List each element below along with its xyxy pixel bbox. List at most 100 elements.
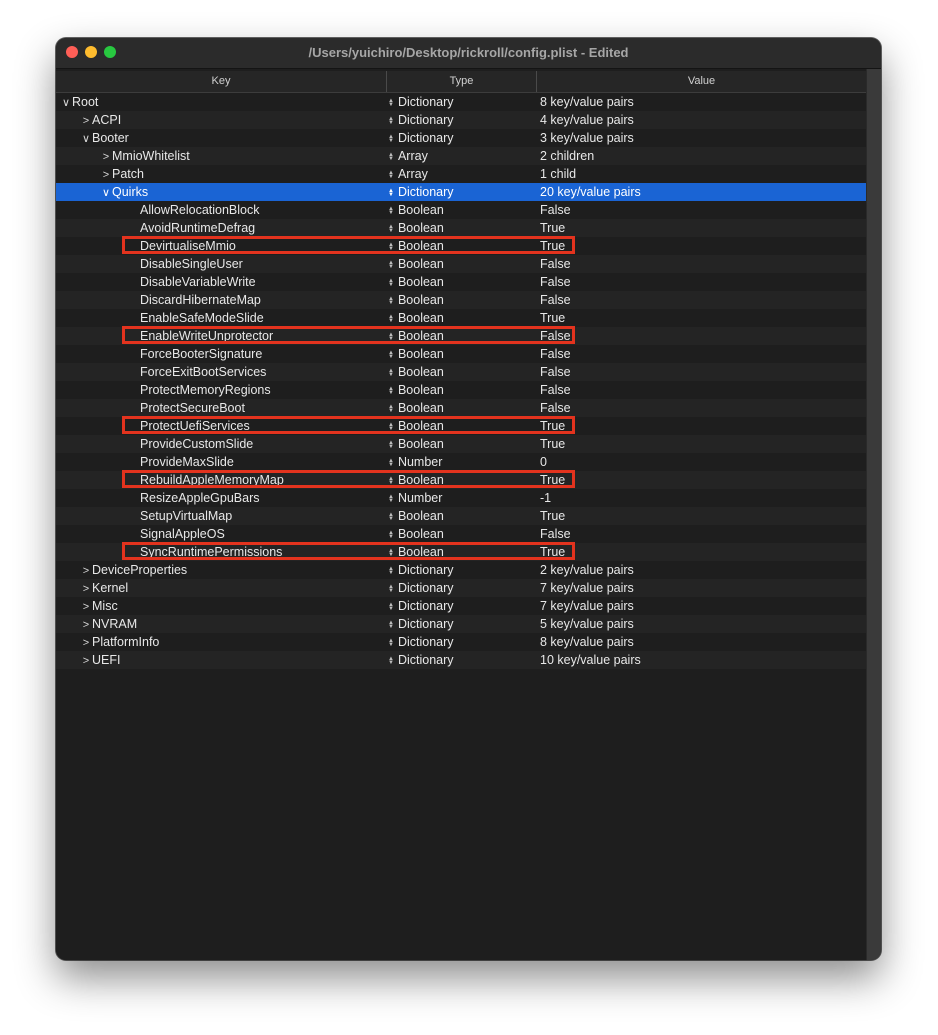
type-stepper-icon[interactable]: ▲ ▼ bbox=[388, 638, 394, 648]
value-cell[interactable]: True bbox=[540, 309, 860, 327]
key-cell[interactable]: DisableSingleUser bbox=[56, 255, 386, 273]
key-cell[interactable]: > PlatformInfo bbox=[56, 633, 386, 651]
chevron-right-icon[interactable]: > bbox=[80, 634, 92, 652]
key-cell[interactable]: AvoidRuntimeDefrag bbox=[56, 219, 386, 237]
type-stepper-icon[interactable]: ▲ ▼ bbox=[388, 548, 394, 558]
key-cell[interactable]: EnableSafeModeSlide bbox=[56, 309, 386, 327]
type-cell[interactable]: ▲ ▼ Array bbox=[388, 147, 534, 165]
key-cell[interactable]: EnableWriteUnprotector bbox=[56, 327, 386, 345]
type-stepper-icon[interactable]: ▲ ▼ bbox=[388, 332, 394, 342]
key-cell[interactable]: ResizeAppleGpuBars bbox=[56, 489, 386, 507]
plist-row[interactable]: ∨ Quirks ▲ ▼ Dictionary 20 key/value pairs bbox=[56, 183, 867, 201]
chevron-right-icon[interactable]: > bbox=[100, 148, 112, 166]
plist-row[interactable]: AllowRelocationBlock ▲ ▼ Boolean False bbox=[56, 201, 867, 219]
type-stepper-icon[interactable]: ▲ ▼ bbox=[388, 368, 394, 378]
key-cell[interactable]: DiscardHibernateMap bbox=[56, 291, 386, 309]
key-cell[interactable]: DevirtualiseMmio bbox=[56, 237, 386, 255]
value-cell[interactable]: False bbox=[540, 327, 860, 345]
type-stepper-icon[interactable]: ▲ ▼ bbox=[388, 440, 394, 450]
value-cell[interactable]: 3 key/value pairs bbox=[540, 129, 860, 147]
key-cell[interactable]: ProvideCustomSlide bbox=[56, 435, 386, 453]
type-cell[interactable]: ▲ ▼ Dictionary bbox=[388, 93, 534, 111]
type-cell[interactable]: ▲ ▼ Boolean bbox=[388, 237, 534, 255]
plist-row[interactable]: ProtectMemoryRegions ▲ ▼ Boolean False bbox=[56, 381, 867, 399]
type-stepper-icon[interactable]: ▲ ▼ bbox=[388, 350, 394, 360]
value-cell[interactable]: False bbox=[540, 345, 860, 363]
key-cell[interactable]: > DeviceProperties bbox=[56, 561, 386, 579]
chevron-down-icon[interactable]: ∨ bbox=[60, 94, 72, 112]
key-cell[interactable]: ProtectUefiServices bbox=[56, 417, 386, 435]
type-cell[interactable]: ▲ ▼ Boolean bbox=[388, 435, 534, 453]
type-stepper-icon[interactable]: ▲ ▼ bbox=[388, 494, 394, 504]
plist-row[interactable]: > UEFI ▲ ▼ Dictionary 10 key/value pairs bbox=[56, 651, 867, 669]
type-cell[interactable]: ▲ ▼ Boolean bbox=[388, 417, 534, 435]
value-cell[interactable]: True bbox=[540, 237, 860, 255]
plist-row[interactable]: DiscardHibernateMap ▲ ▼ Boolean False bbox=[56, 291, 867, 309]
key-cell[interactable]: SetupVirtualMap bbox=[56, 507, 386, 525]
key-cell[interactable]: DisableVariableWrite bbox=[56, 273, 386, 291]
key-cell[interactable]: ∨ Booter bbox=[56, 129, 386, 147]
plist-row[interactable]: > Patch ▲ ▼ Array 1 child bbox=[56, 165, 867, 183]
type-stepper-icon[interactable]: ▲ ▼ bbox=[388, 152, 394, 162]
plist-row[interactable]: > PlatformInfo ▲ ▼ Dictionary 8 key/value p… bbox=[56, 633, 867, 651]
type-cell[interactable]: ▲ ▼ Dictionary bbox=[388, 561, 534, 579]
plist-row[interactable]: DisableSingleUser ▲ ▼ Boolean False bbox=[56, 255, 867, 273]
plist-row[interactable]: SetupVirtualMap ▲ ▼ Boolean True bbox=[56, 507, 867, 525]
key-cell[interactable]: SignalAppleOS bbox=[56, 525, 386, 543]
plist-row[interactable]: EnableSafeModeSlide ▲ ▼ Boolean True bbox=[56, 309, 867, 327]
type-stepper-icon[interactable]: ▲ ▼ bbox=[388, 656, 394, 666]
type-stepper-icon[interactable]: ▲ ▼ bbox=[388, 188, 394, 198]
type-stepper-icon[interactable]: ▲ ▼ bbox=[388, 620, 394, 630]
key-cell[interactable]: ProvideMaxSlide bbox=[56, 453, 386, 471]
value-cell[interactable]: True bbox=[540, 471, 860, 489]
plist-row[interactable]: ForceExitBootServices ▲ ▼ Boolean False bbox=[56, 363, 867, 381]
value-cell[interactable]: False bbox=[540, 363, 860, 381]
plist-row[interactable]: SignalAppleOS ▲ ▼ Boolean False bbox=[56, 525, 867, 543]
type-stepper-icon[interactable]: ▲ ▼ bbox=[388, 314, 394, 324]
type-cell[interactable]: ▲ ▼ Dictionary bbox=[388, 183, 534, 201]
key-cell[interactable]: RebuildAppleMemoryMap bbox=[56, 471, 386, 489]
type-stepper-icon[interactable]: ▲ ▼ bbox=[388, 278, 394, 288]
type-stepper-icon[interactable]: ▲ ▼ bbox=[388, 296, 394, 306]
value-cell[interactable]: 2 key/value pairs bbox=[540, 561, 860, 579]
chevron-down-icon[interactable]: ∨ bbox=[80, 130, 92, 148]
key-cell[interactable]: > Patch bbox=[56, 165, 386, 183]
type-cell[interactable]: ▲ ▼ Dictionary bbox=[388, 615, 534, 633]
value-cell[interactable]: 0 bbox=[540, 453, 860, 471]
plist-row[interactable]: DisableVariableWrite ▲ ▼ Boolean False bbox=[56, 273, 867, 291]
plist-row[interactable]: > Kernel ▲ ▼ Dictionary 7 key/value pairs bbox=[56, 579, 867, 597]
plist-row[interactable]: ProvideMaxSlide ▲ ▼ Number 0 bbox=[56, 453, 867, 471]
plist-row[interactable]: > DeviceProperties ▲ ▼ Dictionary 2 key/val… bbox=[56, 561, 867, 579]
key-cell[interactable]: > ACPI bbox=[56, 111, 386, 129]
chevron-down-icon[interactable]: ∨ bbox=[100, 184, 112, 202]
plist-row[interactable]: ResizeAppleGpuBars ▲ ▼ Number -1 bbox=[56, 489, 867, 507]
value-cell[interactable]: False bbox=[540, 525, 860, 543]
key-column-header[interactable]: Key bbox=[56, 71, 387, 92]
type-cell[interactable]: ▲ ▼ Boolean bbox=[388, 363, 534, 381]
type-cell[interactable]: ▲ ▼ Array bbox=[388, 165, 534, 183]
plist-row[interactable]: EnableWriteUnprotector ▲ ▼ Boolean False bbox=[56, 326, 867, 345]
type-cell[interactable]: ▲ ▼ Boolean bbox=[388, 345, 534, 363]
plist-row[interactable]: ProtectSecureBoot ▲ ▼ Boolean False bbox=[56, 399, 867, 417]
type-cell[interactable]: ▲ ▼ Boolean bbox=[388, 543, 534, 561]
type-cell[interactable]: ▲ ▼ Boolean bbox=[388, 255, 534, 273]
plist-row[interactable]: ∨ Root ▲ ▼ Dictionary 8 key/value pairs bbox=[56, 93, 867, 111]
value-cell[interactable]: 7 key/value pairs bbox=[540, 597, 860, 615]
type-cell[interactable]: ▲ ▼ Dictionary bbox=[388, 651, 534, 669]
type-stepper-icon[interactable]: ▲ ▼ bbox=[388, 134, 394, 144]
plist-row[interactable]: > ACPI ▲ ▼ Dictionary 4 key/value pairs bbox=[56, 111, 867, 129]
chevron-right-icon[interactable]: > bbox=[80, 562, 92, 580]
chevron-right-icon[interactable]: > bbox=[80, 598, 92, 616]
type-cell[interactable]: ▲ ▼ Boolean bbox=[388, 399, 534, 417]
type-stepper-icon[interactable]: ▲ ▼ bbox=[388, 224, 394, 234]
key-cell[interactable]: > Misc bbox=[56, 597, 386, 615]
key-cell[interactable]: ForceBooterSignature bbox=[56, 345, 386, 363]
type-stepper-icon[interactable]: ▲ ▼ bbox=[388, 458, 394, 468]
plist-row[interactable]: ∨ Booter ▲ ▼ Dictionary 3 key/value pairs bbox=[56, 129, 867, 147]
value-cell[interactable]: 7 key/value pairs bbox=[540, 579, 860, 597]
type-cell[interactable]: ▲ ▼ Boolean bbox=[388, 291, 534, 309]
chevron-right-icon[interactable]: > bbox=[80, 112, 92, 130]
value-cell[interactable]: False bbox=[540, 381, 860, 399]
type-stepper-icon[interactable]: ▲ ▼ bbox=[388, 260, 394, 270]
type-cell[interactable]: ▲ ▼ Number bbox=[388, 453, 534, 471]
